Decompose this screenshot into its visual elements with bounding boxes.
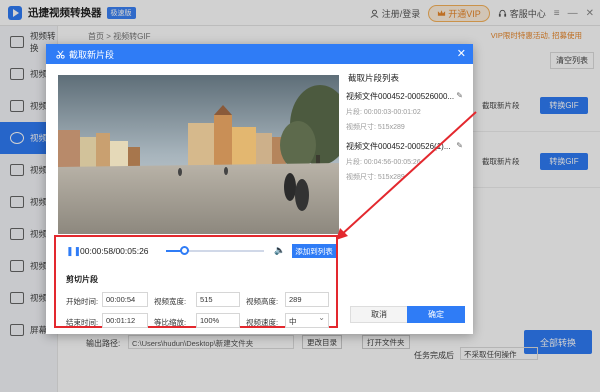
scale-input[interactable]: 100% (196, 313, 240, 328)
segment-item[interactable]: 视频文件000452-000526000... ✎ 片段: 00:00:03-00… (346, 91, 463, 132)
end-time-input[interactable]: 00:01:12 (102, 313, 148, 328)
video-preview[interactable] (58, 75, 339, 234)
scale-label: 等比缩放: (154, 318, 187, 327)
start-time-label: 开始时间: (66, 297, 99, 306)
segment-list-title: 截取片段列表 (348, 73, 400, 83)
clip-section-title: 剪切片段 (66, 275, 98, 284)
highlight-box: ❚❚ 00:00:58/00:05:26 🔈 添加到列表 剪切片段 开始时间: … (54, 235, 338, 328)
video-frame-image (58, 75, 339, 234)
edit-icon[interactable]: ✎ (456, 141, 463, 150)
segment-size: 视频尺寸: 515x289 (346, 124, 405, 131)
dialog-close-icon[interactable]: ✕ (457, 47, 466, 60)
progress-slider[interactable] (166, 246, 264, 255)
ok-button[interactable]: 确定 (407, 306, 465, 323)
video-height-label: 视频高度: (246, 297, 279, 306)
video-height-input[interactable]: 289 (285, 292, 329, 307)
progress-handle[interactable] (179, 246, 189, 255)
segment-name: 视频文件000452-000526(1)... (346, 142, 451, 151)
dialog-header: 截取新片段 (46, 44, 473, 64)
cut-segment-dialog: 截取新片段 ✕ 截取片段列表 视频文件000452-000526000... ✎… (46, 44, 473, 334)
volume-icon[interactable]: 🔈 (274, 245, 285, 256)
segment-range: 片段: 00:00:03-00:01:02 (346, 109, 421, 116)
video-speed-label: 视频速度: (246, 318, 279, 327)
add-to-list-button[interactable]: 添加到列表 (292, 244, 336, 258)
segment-size: 视频尺寸: 515x289 (346, 174, 405, 181)
dialog-title: 截取新片段 (69, 49, 115, 60)
video-speed-select[interactable]: 中 (285, 313, 329, 328)
end-time-label: 结束时间: (66, 318, 99, 327)
time-display: 00:00:58/00:05:26 (80, 246, 149, 256)
edit-icon[interactable]: ✎ (456, 91, 463, 100)
segment-name: 视频文件000452-000526000... (346, 92, 455, 101)
cancel-button[interactable]: 取消 (350, 306, 408, 323)
start-time-input[interactable]: 00:00:54 (102, 292, 148, 307)
segment-item[interactable]: 视频文件000452-000526(1)... ✎ 片段: 00:04:56-00… (346, 141, 463, 182)
segment-range: 片段: 00:04:56-00:05:26 (346, 159, 421, 166)
scissors-icon (56, 50, 65, 59)
video-width-input[interactable]: 515 (196, 292, 240, 307)
pause-icon[interactable]: ❚❚ (66, 246, 81, 257)
video-width-label: 视频宽度: (154, 297, 187, 306)
